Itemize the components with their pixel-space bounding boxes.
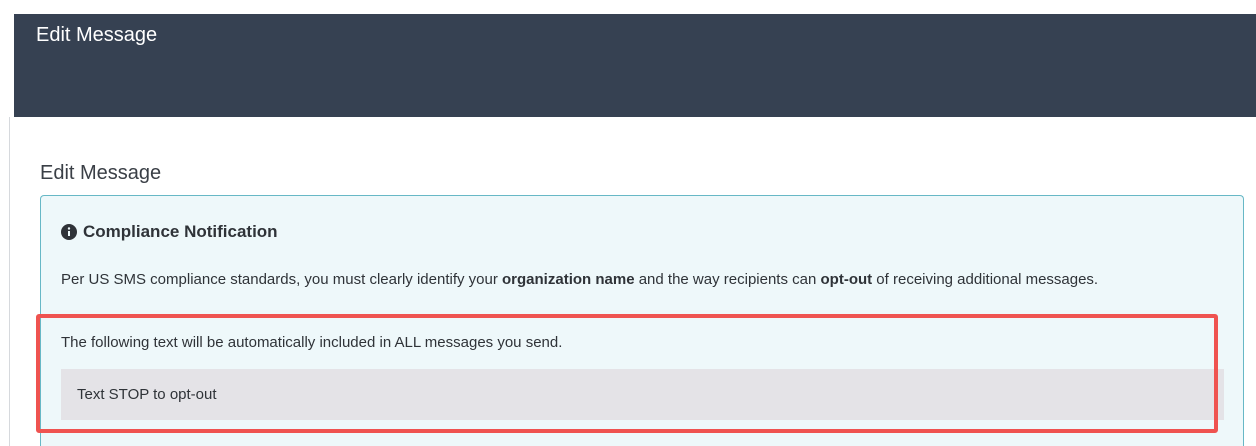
notification-body-middle: and the way recipients can — [634, 271, 821, 288]
optout-text-box: Text STOP to opt-out — [61, 369, 1224, 420]
organization-name-emphasis: organization name — [502, 271, 635, 288]
header-bar: Edit Message — [14, 14, 1256, 117]
opt-out-emphasis: opt-out — [820, 271, 873, 288]
header-title: Edit Message — [36, 24, 158, 46]
edit-message-page: Edit Message Edit Message Compliance Not… — [0, 0, 1256, 446]
notification-body-suffix: of receiving additional messages. — [872, 271, 1099, 288]
left-divider — [9, 117, 10, 446]
notification-body-prefix: Per US SMS compliance standards, you mus… — [61, 271, 503, 288]
left-margin — [0, 0, 14, 446]
notification-heading-text: Compliance Notification — [83, 222, 278, 241]
info-circle-icon — [61, 224, 77, 240]
optout-text: Text STOP to opt-out — [77, 386, 217, 403]
notification-heading: Compliance Notification — [61, 222, 278, 242]
section-title: Edit Message — [40, 162, 162, 184]
included-text-notice: The following text will be automatically… — [61, 334, 563, 351]
notification-body: Per US SMS compliance standards, you mus… — [61, 269, 1221, 291]
compliance-notification: Compliance Notification Per US SMS compl… — [40, 195, 1244, 446]
